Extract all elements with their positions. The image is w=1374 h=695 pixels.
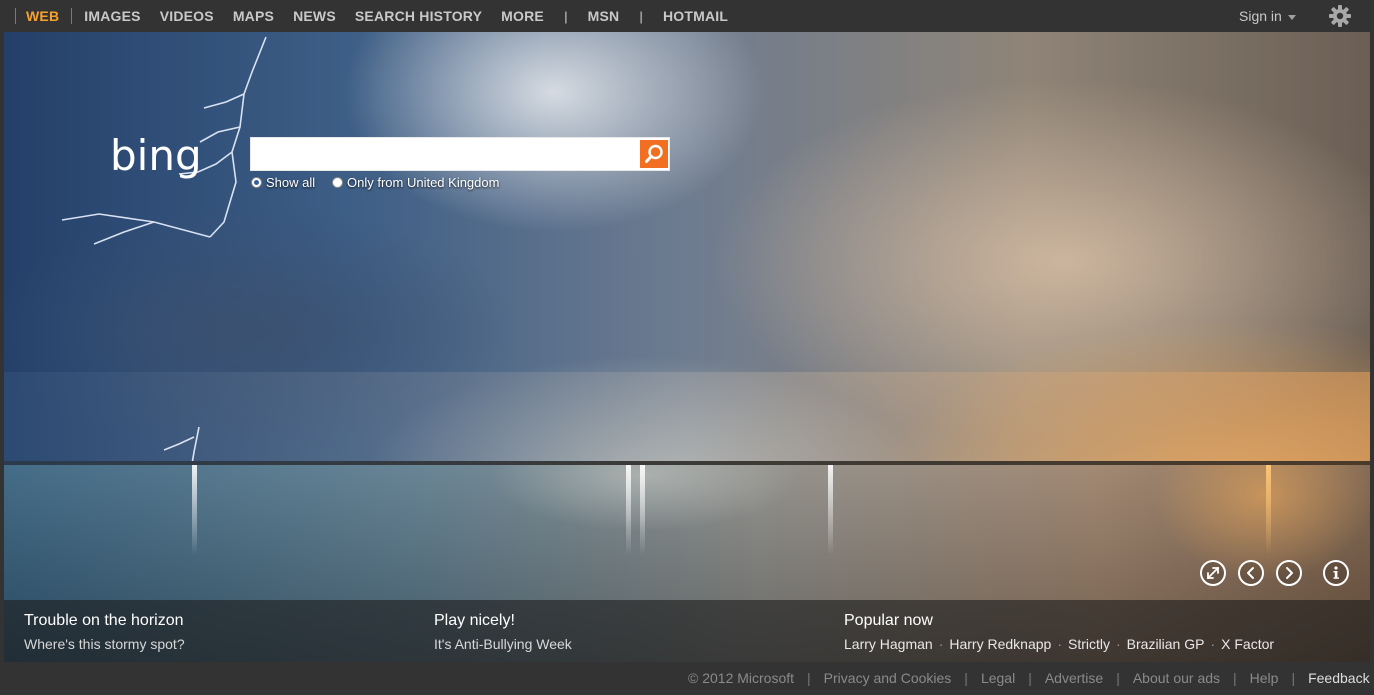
nav-start-divider [15, 8, 16, 24]
next-icon [1286, 567, 1293, 579]
footer: © 2012 Microsoft | Privacy and Cookies |… [688, 670, 1370, 686]
bing-logo: bing [110, 133, 202, 180]
hotspot-band [4, 600, 1370, 662]
chevron-down-icon [1287, 14, 1296, 20]
popular-item[interactable]: Strictly [1068, 636, 1110, 652]
nav-maps[interactable]: MAPS [233, 8, 274, 24]
expand-icon [1207, 567, 1219, 579]
vertical-nav: WEB IMAGES VIDEOS MAPS NEWS SEARCH HISTO… [15, 0, 728, 32]
scope-uk-only-label: Only from United Kingdom [347, 175, 500, 190]
sign-in-label: Sign in [1239, 8, 1282, 24]
footer-link-privacy[interactable]: Privacy and Cookies [824, 670, 952, 686]
nav-search-history[interactable]: SEARCH HISTORY [355, 8, 482, 24]
nav-divider: | [639, 8, 643, 24]
nav-web[interactable]: WEB [26, 8, 59, 24]
search-button[interactable] [640, 140, 668, 168]
search-box [250, 137, 670, 171]
popular-now-title: Popular now [844, 612, 933, 629]
gear-icon[interactable] [1328, 4, 1352, 28]
popular-item[interactable]: Larry Hagman [844, 636, 933, 652]
footer-link-help[interactable]: Help [1250, 670, 1279, 686]
svg-text:bing: bing [110, 133, 202, 180]
nav-divider [71, 8, 73, 24]
scope-uk-only[interactable]: Only from United Kingdom [332, 175, 499, 190]
footer-separator: | [964, 670, 968, 686]
image-info-button[interactable] [1323, 560, 1349, 586]
popular-item[interactable]: Brazilian GP [1127, 636, 1205, 652]
copyright-text: © 2012 Microsoft [688, 670, 795, 686]
popular-item[interactable]: Harry Redknapp [949, 636, 1051, 652]
previous-image-button[interactable] [1238, 560, 1264, 586]
footer-separator: | [807, 670, 811, 686]
lightning-bolts [61, 36, 267, 465]
info-icon [1333, 566, 1339, 579]
hotspot-1-title[interactable]: Trouble on the horizon [24, 612, 184, 630]
popular-separator: · [1210, 636, 1216, 652]
hotspot-2-subtitle[interactable]: It's Anti-Bullying Week [434, 636, 572, 652]
background-photo [4, 32, 1370, 662]
popular-separator: · [1115, 636, 1121, 652]
footer-link-about-ads[interactable]: About our ads [1133, 670, 1220, 686]
footer-separator: | [1233, 670, 1237, 686]
radio-uk-only[interactable] [332, 177, 343, 188]
footer-link-legal[interactable]: Legal [981, 670, 1015, 686]
nav-hotmail[interactable]: HOTMAIL [663, 8, 728, 24]
popular-now-list: Larry Hagman · Harry Redknapp · Strictly… [844, 636, 1274, 652]
popular-separator: · [938, 636, 944, 652]
nav-videos[interactable]: VIDEOS [160, 8, 214, 24]
next-image-button[interactable] [1276, 560, 1302, 586]
footer-separator: | [1116, 670, 1120, 686]
search-input[interactable] [255, 141, 635, 169]
popular-separator: · [1057, 636, 1062, 652]
search-icon [645, 144, 663, 163]
nav-more[interactable]: MORE [501, 8, 544, 24]
popular-item[interactable]: X Factor [1221, 636, 1274, 652]
nav-images[interactable]: IMAGES [84, 8, 140, 24]
radio-show-all[interactable] [251, 177, 262, 188]
fullscreen-button[interactable] [1200, 560, 1226, 586]
nav-msn[interactable]: MSN [588, 8, 620, 24]
scope-show-all[interactable]: Show all [251, 175, 315, 190]
sign-in-button[interactable]: Sign in [1239, 8, 1296, 24]
footer-separator: | [1028, 670, 1032, 686]
nav-news[interactable]: NEWS [293, 8, 336, 24]
nav-divider: | [563, 8, 568, 24]
prev-icon [1247, 567, 1254, 579]
scope-show-all-label: Show all [266, 175, 316, 190]
hotspot-1-subtitle[interactable]: Where's this stormy spot? [24, 636, 185, 652]
footer-separator: | [1291, 670, 1296, 686]
feedback-link[interactable]: Feedback [1308, 670, 1369, 686]
footer-link-advertise[interactable]: Advertise [1045, 670, 1103, 686]
top-navigation-bar: WEB IMAGES VIDEOS MAPS NEWS SEARCH HISTO… [0, 0, 1374, 32]
hotspot-2-title[interactable]: Play nicely! [434, 612, 515, 630]
